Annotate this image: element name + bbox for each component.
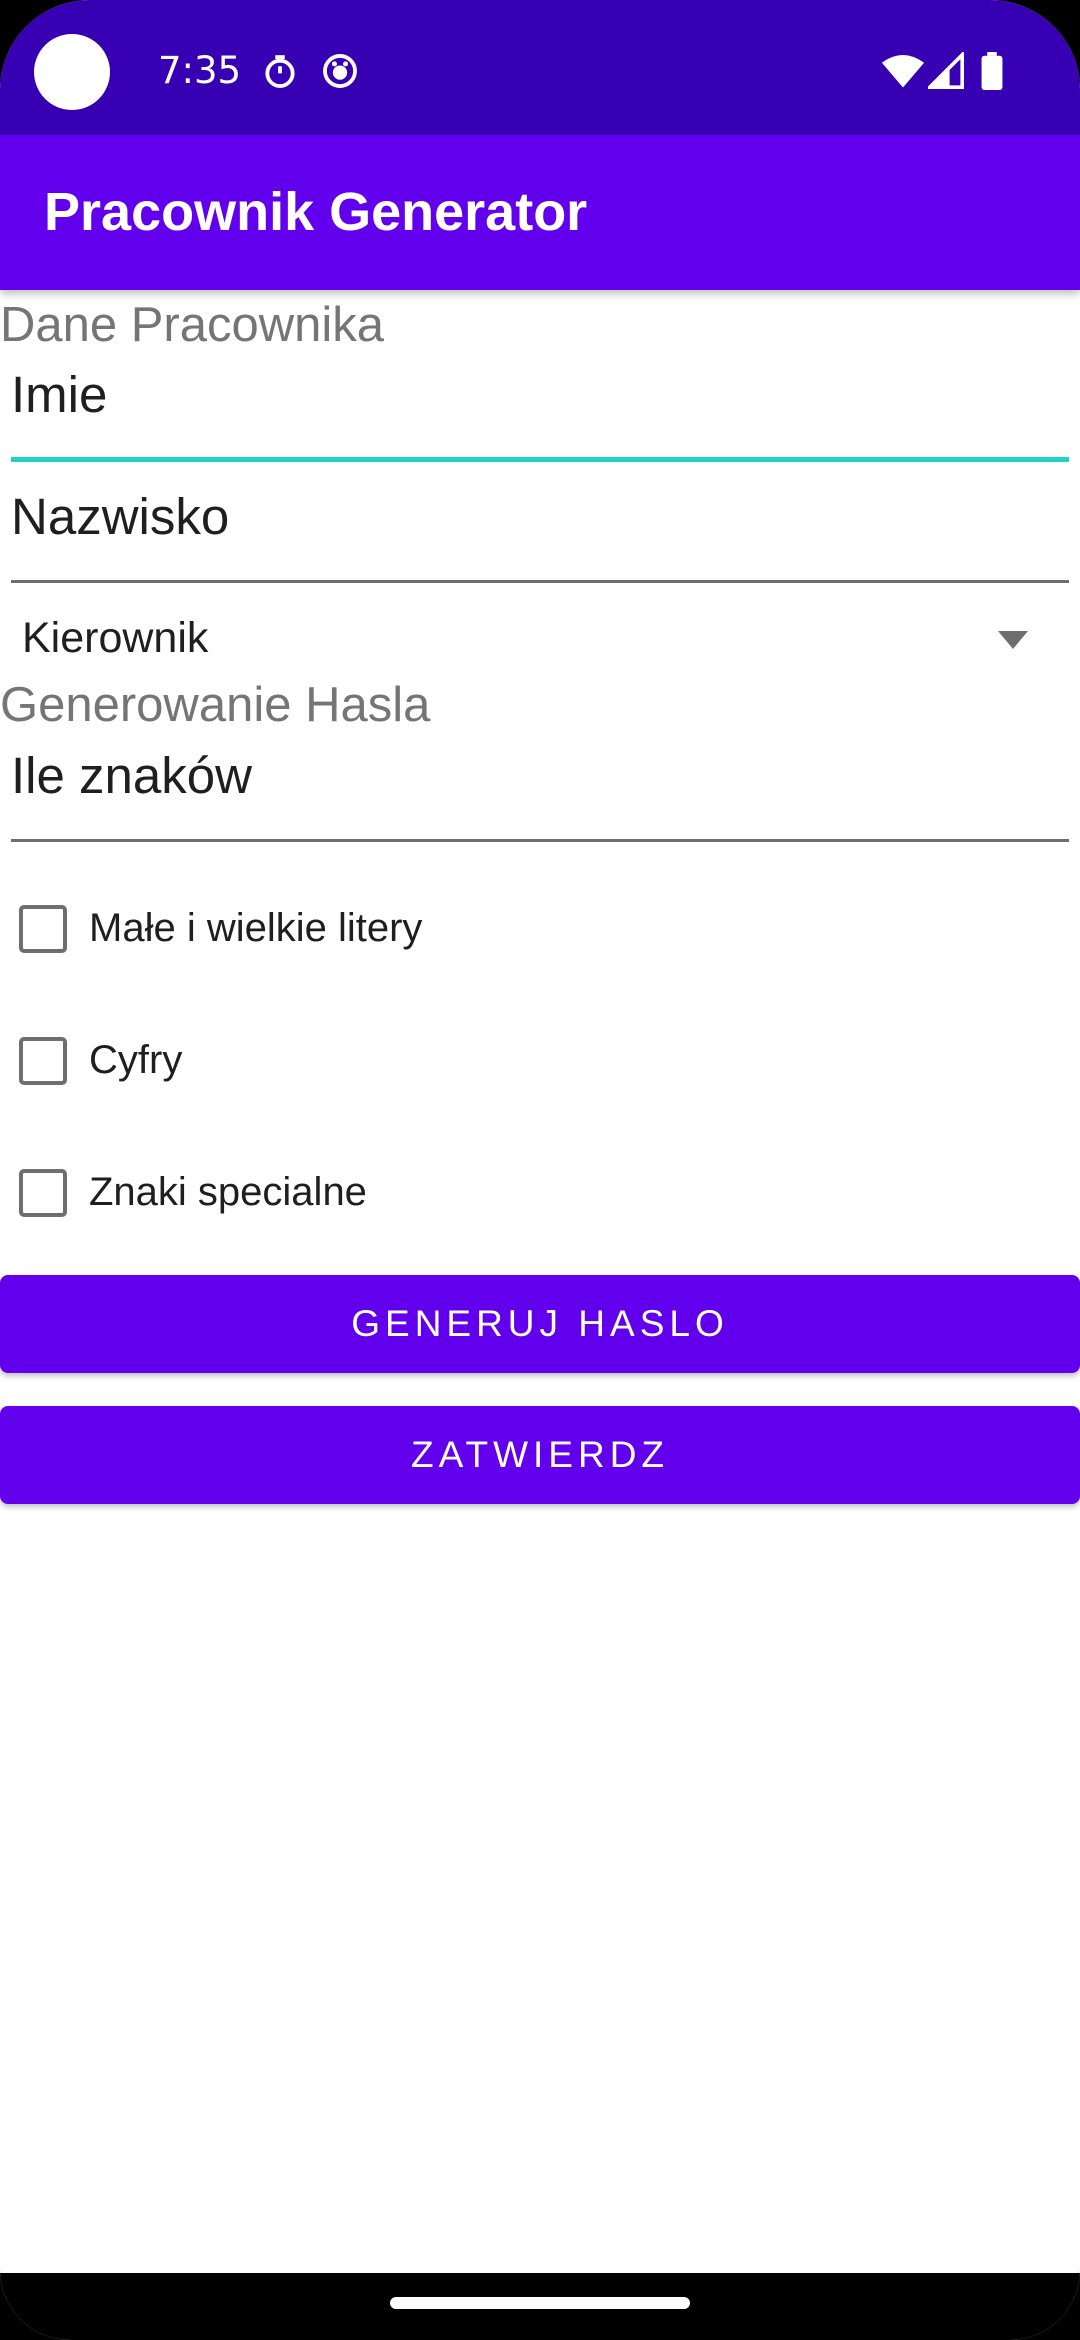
checkbox-digits-box[interactable] (19, 1037, 67, 1085)
first-name-field[interactable] (11, 352, 1069, 462)
dropdown-arrow-icon (998, 631, 1028, 649)
first-name-input[interactable] (11, 352, 1069, 462)
timer-icon (261, 52, 299, 90)
status-time: 7:35 (158, 49, 242, 92)
checkbox-special-chars-box[interactable] (19, 1169, 67, 1217)
checkbox-mixed-case[interactable]: Małe i wielkie litery (0, 873, 1080, 983)
signal-icon (928, 52, 964, 90)
password-length-field[interactable] (11, 732, 1069, 842)
camera-hole (34, 34, 110, 110)
password-length-input[interactable] (11, 732, 1069, 842)
app-bar: Pracownik Generator (0, 135, 1080, 290)
employee-section-heading: Dane Pracownika (0, 298, 385, 352)
position-spinner-value: Kierownik (22, 614, 209, 662)
checkbox-digits-label: Cyfry (89, 1038, 183, 1082)
assistant-icon (321, 52, 359, 90)
checkbox-special-chars[interactable]: Znaki specialne (0, 1137, 1080, 1247)
position-spinner[interactable]: Kierownik (0, 603, 1080, 673)
wifi-icon (881, 52, 925, 90)
navigation-bar (0, 2273, 1080, 2340)
battery-icon (980, 52, 1004, 90)
checkbox-special-chars-label: Znaki specialne (89, 1170, 367, 1214)
status-bar: 7:35 (0, 0, 1080, 135)
password-section-heading: Generowanie Hasla (0, 678, 431, 732)
last-name-field[interactable] (11, 473, 1069, 583)
checkbox-mixed-case-box[interactable] (19, 905, 67, 953)
home-handle[interactable] (390, 2297, 690, 2309)
checkbox-digits[interactable]: Cyfry (0, 1005, 1080, 1115)
generate-password-button[interactable]: GENERUJ HASLO (0, 1275, 1080, 1373)
screen: 7:35 Pracownik Generator Dane Pracownika… (0, 0, 1080, 2340)
last-name-input[interactable] (11, 473, 1069, 583)
app-title: Pracownik Generator (44, 182, 588, 242)
submit-button[interactable]: ZATWIERDZ (0, 1406, 1080, 1504)
checkbox-mixed-case-label: Małe i wielkie litery (89, 906, 423, 950)
